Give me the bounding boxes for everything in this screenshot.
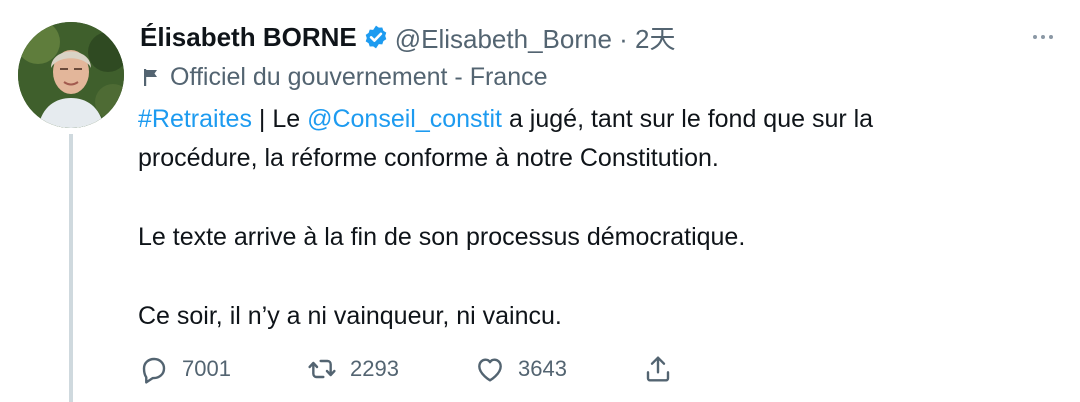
mention-link[interactable]: @Conseil_constit xyxy=(307,105,502,133)
text-continuation: a jugé, tant sur le fond que sur la xyxy=(502,105,874,133)
verified-badge-icon xyxy=(365,25,387,49)
tweet-line-2: procédure, la réforme conforme à notre C… xyxy=(138,144,719,172)
more-dots-icon[interactable] xyxy=(1030,24,1056,50)
affiliation-row: Officiel du gouvernement - France xyxy=(140,58,548,96)
tweet-header: Élisabeth BORNE @Elisabeth_Borne · 2天 xyxy=(140,17,675,57)
avatar-photo xyxy=(18,22,124,128)
tweet-paragraph-3: Ce soir, il n’y a ni vainqueur, ni vainc… xyxy=(138,302,562,330)
share-button[interactable] xyxy=(642,353,686,385)
author-handle-timestamp[interactable]: @Elisabeth_Borne · 2天 xyxy=(395,19,676,56)
author-avatar[interactable] xyxy=(18,22,124,128)
retweet-icon xyxy=(308,359,336,379)
reply-icon xyxy=(142,357,166,384)
affiliation-label[interactable]: Officiel du gouvernement - France xyxy=(170,63,548,92)
tweet-text: #Retraites | Le @Conseil_constit a jugé,… xyxy=(138,100,1058,336)
thread-line xyxy=(69,134,73,402)
action-bar: 7001 2293 3643 xyxy=(138,350,686,388)
retweet-count: 2293 xyxy=(350,356,399,381)
reply-count: 7001 xyxy=(182,356,231,381)
like-button[interactable]: 3643 xyxy=(474,353,642,385)
like-count: 3643 xyxy=(518,356,567,381)
author-name[interactable]: Élisabeth BORNE xyxy=(140,22,357,53)
retweet-button[interactable]: 2293 xyxy=(306,353,474,385)
flag-icon xyxy=(144,69,157,86)
hashtag-link[interactable]: #Retraites xyxy=(138,105,252,133)
tweet-paragraph-2: Le texte arrive à la fin de son processu… xyxy=(138,223,746,251)
heart-icon xyxy=(478,358,502,382)
tweet-line-1: #Retraites | Le @Conseil_constit a jugé,… xyxy=(138,100,1058,139)
reply-button[interactable]: 7001 xyxy=(138,353,306,385)
text-separator: | Le xyxy=(251,105,308,133)
share-icon xyxy=(646,356,670,382)
